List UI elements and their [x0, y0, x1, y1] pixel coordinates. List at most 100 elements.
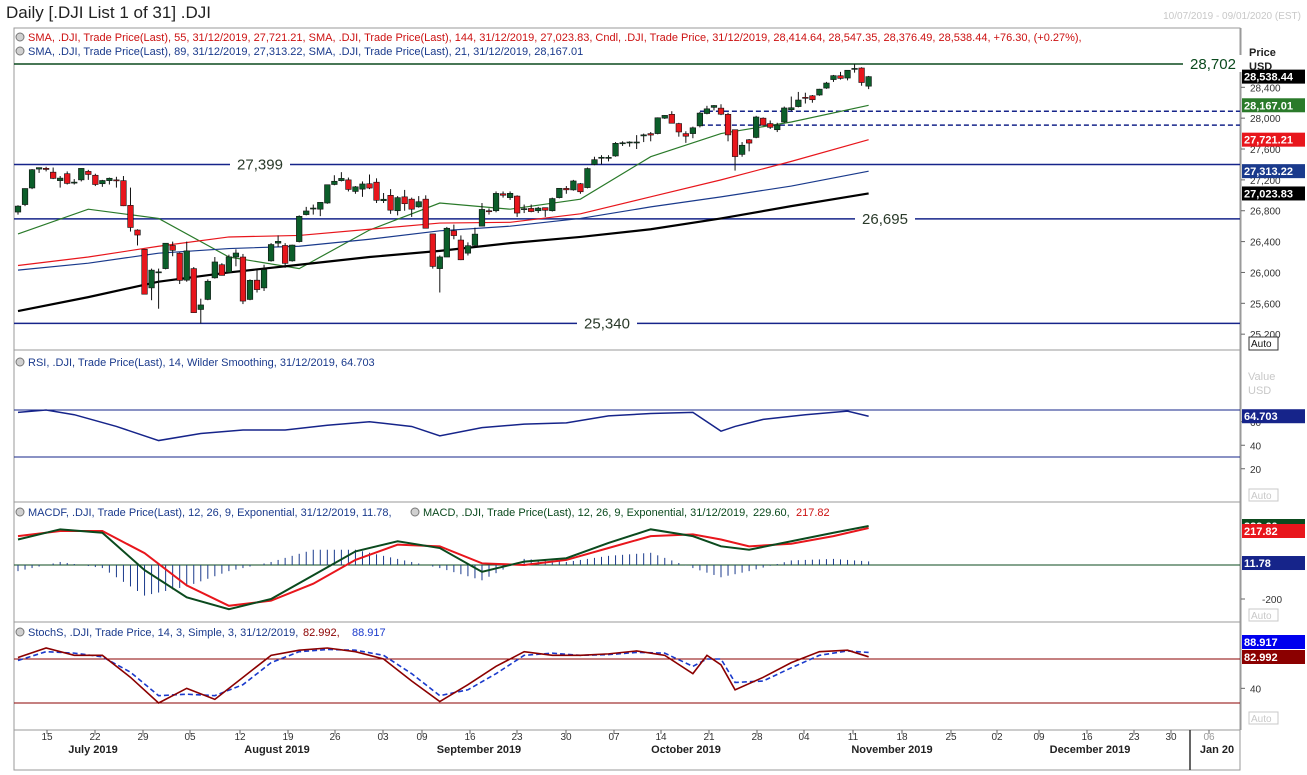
candle-body: [246, 280, 254, 300]
x-day-label: 09: [1033, 732, 1045, 743]
chart-canvas[interactable]: SMA, .DJI, Trade Price(Last), 55, 31/12/…: [0, 0, 1307, 775]
x-day-label: 28: [751, 732, 763, 743]
rsi-auto-label: Auto: [1251, 491, 1272, 502]
candle-body: [331, 180, 338, 185]
candle-body: [570, 180, 577, 191]
candle-body: [204, 280, 211, 300]
candle-body: [176, 252, 183, 281]
candle-body: [113, 179, 120, 182]
candle-body: [746, 139, 753, 144]
candle-body: [457, 239, 464, 261]
price-badge-label: 27,313.22: [1244, 166, 1293, 178]
candle-body: [78, 168, 85, 181]
candle-body: [506, 192, 514, 198]
price-badge-label: 28,167.01: [1244, 100, 1293, 112]
candle-body: [528, 208, 535, 212]
rsi-panel: RSI, .DJI, Trade Price(Last), 14, Wilder…: [14, 357, 1305, 502]
price-tick-label: 26,400: [1250, 238, 1281, 249]
stoch-legend: StochS, .DJI, Trade Price, 14, 3, Simple…: [28, 627, 298, 639]
x-day-label: 16: [464, 732, 476, 743]
candle-body: [239, 256, 247, 302]
stoch-d-line: [17, 648, 869, 697]
candle-body: [64, 173, 71, 184]
candle-body: [28, 169, 36, 189]
price-axis-title: Price: [1249, 47, 1276, 59]
candle-body: [50, 171, 57, 179]
candle-body: [668, 114, 675, 124]
candle-body: [85, 171, 92, 175]
candle-body: [71, 181, 78, 184]
candle-body: [436, 256, 443, 269]
candle-body: [816, 88, 823, 96]
x-month-label: November 2019: [851, 744, 932, 756]
candle-body: [429, 233, 436, 267]
legend-toggle-icon: [410, 507, 420, 517]
candle-body: [387, 195, 394, 211]
x-month-label: August 2019: [244, 744, 309, 756]
rsi-axis-unit: USD: [1248, 385, 1271, 397]
x-day-label: 23: [1128, 732, 1140, 743]
x-month-label: October 2019: [651, 744, 721, 756]
candle-body: [661, 115, 668, 119]
sma-55-line: [17, 139, 869, 267]
macd-badge-label: 11.78: [1244, 558, 1271, 570]
candle-body: [253, 279, 261, 290]
candle-body: [394, 197, 401, 212]
x-axis: 15 22 29 05 12 19 26 03 09 16 23 30 07 14 21 28 04 11 18 25…: [41, 730, 1234, 770]
x-day-label: 05: [184, 732, 196, 743]
price-badge-label: 27,023.83: [1244, 188, 1293, 200]
candle-body: [260, 269, 268, 289]
price-tick-label: 26,000: [1250, 268, 1281, 279]
candle-body: [373, 181, 380, 201]
price-badge-label: 27,721.21: [1244, 135, 1293, 147]
legend-toggle-icon: [15, 32, 25, 42]
candle-body: [858, 67, 865, 83]
x-month-label: September 2019: [437, 744, 521, 756]
candle-body: [443, 227, 450, 258]
candle-body: [626, 141, 633, 144]
price-panel: SMA, .DJI, Trade Price(Last), 55, 31/12/…: [14, 32, 1305, 351]
price-badge-label: 28,538.44: [1244, 72, 1294, 84]
candle-body: [830, 75, 837, 80]
sma-21-line: [17, 104, 869, 270]
candle-body: [760, 117, 767, 126]
candle-body: [21, 188, 29, 205]
candle-body: [471, 233, 479, 246]
candle-body: [310, 207, 317, 210]
candle-body: [485, 210, 493, 213]
candle-body: [682, 133, 689, 137]
candle-body: [591, 159, 598, 165]
candle-body: [605, 157, 612, 159]
candle-body: [710, 105, 718, 108]
candle-body: [619, 142, 626, 145]
x-day-label: 26: [329, 732, 341, 743]
macd-legend-a: MACDF, .DJI, Trade Price(Last), 12, 26, …: [28, 507, 392, 519]
candle-body: [324, 184, 331, 204]
macd-line: [17, 525, 869, 611]
x-month-label: July 2019: [68, 744, 118, 756]
candle-body: [14, 205, 22, 213]
candle-body: [837, 75, 844, 79]
x-day-label: 18: [896, 732, 908, 743]
chart-window: Daily [.DJI List 1 of 31] .DJI 10/07/201…: [0, 0, 1307, 775]
x-day-label: 14: [655, 732, 667, 743]
candle-body: [767, 123, 774, 128]
candle-body: [35, 167, 43, 170]
candle-body: [577, 183, 584, 193]
price-tick-label: 26,800: [1250, 207, 1281, 218]
candle-body: [345, 179, 352, 190]
level-label: 25,340: [584, 315, 630, 332]
candle-body: [865, 76, 872, 87]
legend-toggle-icon: [15, 357, 25, 367]
macd-tick-label: -200: [1262, 595, 1282, 606]
x-day-label: 02: [991, 732, 1003, 743]
candle-body: [675, 123, 682, 133]
candle-body: [781, 107, 788, 123]
candle-body: [303, 210, 310, 215]
stoch-badge-label: 88.917: [1244, 637, 1278, 649]
legend-toggle-icon: [15, 46, 25, 56]
candle-body: [296, 215, 303, 242]
macd-signal-line: [17, 527, 869, 607]
x-day-label: 29: [137, 732, 149, 743]
candle-body: [647, 133, 654, 136]
